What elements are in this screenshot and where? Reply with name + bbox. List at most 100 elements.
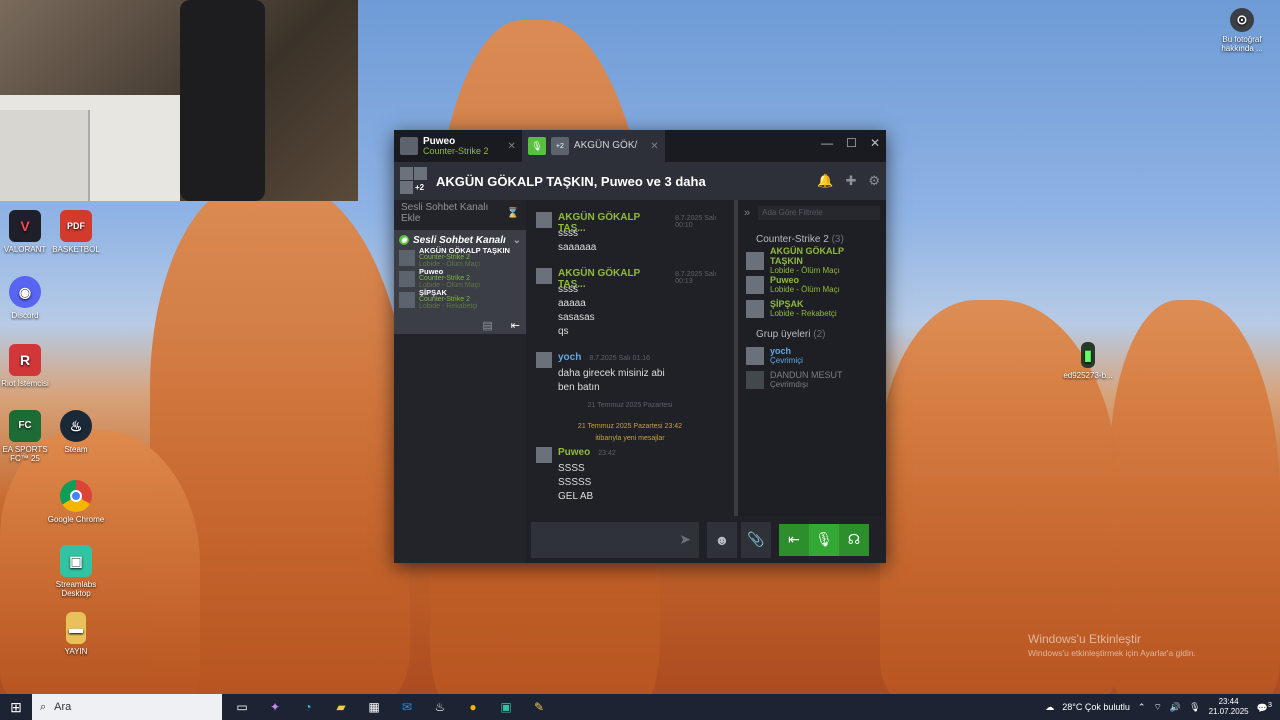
bell-icon[interactable]: 🔔: [817, 173, 833, 189]
emoticon-button[interactable]: ☻: [707, 521, 737, 558]
desktop-icon-riot[interactable]: R Riot İstemcisi: [0, 344, 55, 388]
streamlabs-icon[interactable]: ▣: [493, 694, 519, 720]
voice-channel[interactable]: ◉ Sesli Sohbet Kanalı ⌄ AKGÜN GÖKALP TAŞKI…: [394, 230, 526, 315]
pdf-icon: PDF: [60, 210, 92, 242]
desktop-icon-yayin[interactable]: ▬ YAYIN: [46, 612, 106, 656]
send-icon[interactable]: ➤: [679, 531, 691, 548]
add-friend-icon[interactable]: ✚: [845, 173, 856, 189]
filter-input[interactable]: Ada Göre Filtrele: [758, 206, 880, 220]
tab-puweo[interactable]: Puweo Counter-Strike 2 ✕: [394, 130, 522, 162]
paperclip-icon: 📎: [747, 531, 765, 547]
taskbar: ⊞ ⌕ Ara ▭ ✦ ◔ ▰ ▦ ✉ ♨ ● ▣ ✎ ☁ 28°C Çok bu…: [0, 694, 1280, 720]
steam-icon: ♨: [60, 410, 92, 442]
date-divider: 21 Temmuz 2025 Pazartesi: [587, 402, 673, 409]
folder-icon: ▬: [66, 612, 86, 644]
store-icon[interactable]: ▦: [361, 694, 387, 720]
desktop-icon-chrome[interactable]: Google Chrome: [46, 480, 106, 524]
tab-subtitle: Counter-Strike 2: [423, 145, 489, 156]
notification-icon[interactable]: 💬3: [1257, 700, 1272, 714]
avatar[interactable]: [536, 352, 552, 368]
valorant-icon: V: [9, 210, 41, 242]
message-input[interactable]: ➤: [531, 521, 699, 558]
new-messages-marker: 21 Temmuz 2025 Pazartesi 23:42 itibarıyla…: [577, 423, 683, 442]
member-item[interactable]: DANDUN MESUT Çevrimdışı: [738, 368, 886, 392]
chat-message: yoch 8.7.2025 Salı 01:16 daha girecek misi…: [526, 352, 734, 396]
maximize-icon[interactable]: ☐: [846, 136, 857, 150]
voice-active-icon: ◉: [399, 235, 409, 245]
avatar: [746, 276, 764, 294]
weather-text[interactable]: 28°C Çok bulutlu: [1062, 702, 1130, 712]
desktop-icon-streamlabs[interactable]: ▣ Streamlabs Desktop: [46, 545, 106, 598]
desktop-icon-steam[interactable]: ♨ Steam: [46, 410, 106, 454]
chat-history: AKGÜN GÖKALP TAŞ... 8.7.2025 Salı 00:10 ss…: [526, 200, 734, 516]
leave-voice-button[interactable]: ⇤: [779, 524, 809, 556]
chevron-up-icon[interactable]: ⌃: [1138, 702, 1146, 713]
avatar: [399, 291, 415, 308]
task-view-icon[interactable]: ▭: [229, 694, 255, 720]
riot-icon: R: [9, 344, 41, 376]
close-icon[interactable]: ✕: [508, 141, 516, 152]
windows-activation-watermark: Windows'u Etkinleştir Windows'u etkinleşt…: [1028, 632, 1196, 658]
chat-message: Puweo 23:42 SSSS SSSSS GEL AB: [526, 447, 734, 505]
file-icon: ▮: [1081, 342, 1095, 368]
network-icon[interactable]: ⌔: [1153, 702, 1161, 713]
edge-icon[interactable]: ◔: [295, 694, 321, 720]
window-controls: — ☐ ✕: [821, 136, 880, 150]
taskbar-search[interactable]: ⌕ Ara: [32, 694, 222, 720]
file-explorer-icon[interactable]: ▰: [328, 694, 354, 720]
close-icon[interactable]: ✕: [870, 136, 880, 150]
attach-button[interactable]: 📎: [741, 521, 771, 558]
windows-start-button[interactable]: ⊞: [0, 694, 32, 720]
chat-tab-bar: Puweo Counter-Strike 2 ✕ 🎙 +2 AKGÜN GÖK/ …: [394, 130, 886, 162]
voice-member[interactable]: Puweo Counter-Strike 2 Lobide - Ölüm Maçı: [399, 268, 521, 289]
collapse-icon[interactable]: »: [744, 207, 750, 219]
settings-icon[interactable]: ⚙: [868, 173, 880, 189]
avatar: [746, 252, 764, 270]
voice-member[interactable]: ŞİPŞAK Counter-Strike 2 Lobide - Rekabetçi: [399, 289, 521, 310]
member-item[interactable]: Puweo Lobide - Ölüm Maçı: [738, 273, 886, 297]
channel-settings-icon[interactable]: ▤: [482, 319, 492, 332]
microphone-icon: 🎙: [815, 531, 833, 547]
voice-panel: Sesli Sohbet Kanalı Ekle ⌛ ◉ Sesli Sohbet …: [394, 200, 526, 563]
outlook-icon[interactable]: ✉: [394, 694, 420, 720]
minimize-icon[interactable]: —: [821, 136, 833, 150]
avatar[interactable]: [536, 268, 552, 284]
desktop-icon-basketbol[interactable]: PDF BASKETBOL: [46, 210, 106, 254]
eafc-icon: FC: [9, 410, 41, 442]
desktop-icon-discord[interactable]: ◉ Discord: [0, 276, 55, 320]
steam-icon[interactable]: ♨: [427, 694, 453, 720]
desktop-icon-file[interactable]: ▮ ed925273-b...: [1058, 342, 1118, 380]
chevron-down-icon[interactable]: ⌄: [513, 235, 521, 246]
volume-icon[interactable]: 🔊: [1170, 702, 1181, 713]
avatar: [746, 371, 764, 389]
leave-channel-icon[interactable]: ⇤: [511, 319, 520, 332]
avatar: [399, 249, 415, 266]
chrome-icon[interactable]: ●: [460, 694, 486, 720]
headset-button[interactable]: ☊: [839, 524, 869, 556]
tab-group[interactable]: 🎙 +2 AKGÜN GÖK/ ✕: [521, 130, 665, 162]
member-item[interactable]: AKGÜN GÖKALP TAŞKIN Lobide - Ölüm Maçı: [738, 246, 886, 274]
avatar[interactable]: [536, 447, 552, 463]
mic-button[interactable]: 🎙: [809, 523, 839, 556]
close-icon[interactable]: ✕: [650, 141, 658, 152]
desktop-icon-about-photo[interactable]: ⊙ Bu fotoğraf hakkında ...: [1212, 8, 1272, 53]
clock[interactable]: 23:44 21.07.2025: [1209, 697, 1249, 716]
tab-title: AKGÜN GÖK/: [573, 140, 638, 151]
mic-icon[interactable]: 🎙: [1189, 702, 1200, 713]
chat-title: AKGÜN GÖKALP TAŞKIN, Puweo ve 3 daha: [436, 173, 706, 189]
voice-controls: ⇤ 🎙 ☊: [779, 523, 869, 556]
chat-message: AKGÜN GÖKALP TAŞ... 8.7.2025 Salı 00:13 ss…: [526, 268, 734, 340]
avatar[interactable]: [536, 212, 552, 228]
avatar: [400, 137, 418, 155]
headset-icon: ☊: [847, 531, 861, 547]
member-item[interactable]: ŞİPŞAK Lobide - Rekabetçi: [738, 297, 886, 321]
weather-icon[interactable]: ☁: [1045, 702, 1054, 713]
copilot-icon[interactable]: ✦: [262, 694, 288, 720]
avatar: [746, 347, 764, 365]
group-avatar: +2: [400, 167, 428, 195]
voice-member[interactable]: AKGÜN GÖKALP TAŞKIN Counter-Strike 2 Lobid…: [399, 247, 521, 268]
member-item[interactable]: yoch Çevrimiçi: [738, 344, 886, 368]
add-voice-channel-button[interactable]: Sesli Sohbet Kanalı Ekle ⌛: [394, 200, 526, 226]
chat-input-bar: ➤ ☻ 📎 ⇤ 🎙 ☊: [526, 516, 886, 563]
notes-icon[interactable]: ✎: [526, 694, 552, 720]
